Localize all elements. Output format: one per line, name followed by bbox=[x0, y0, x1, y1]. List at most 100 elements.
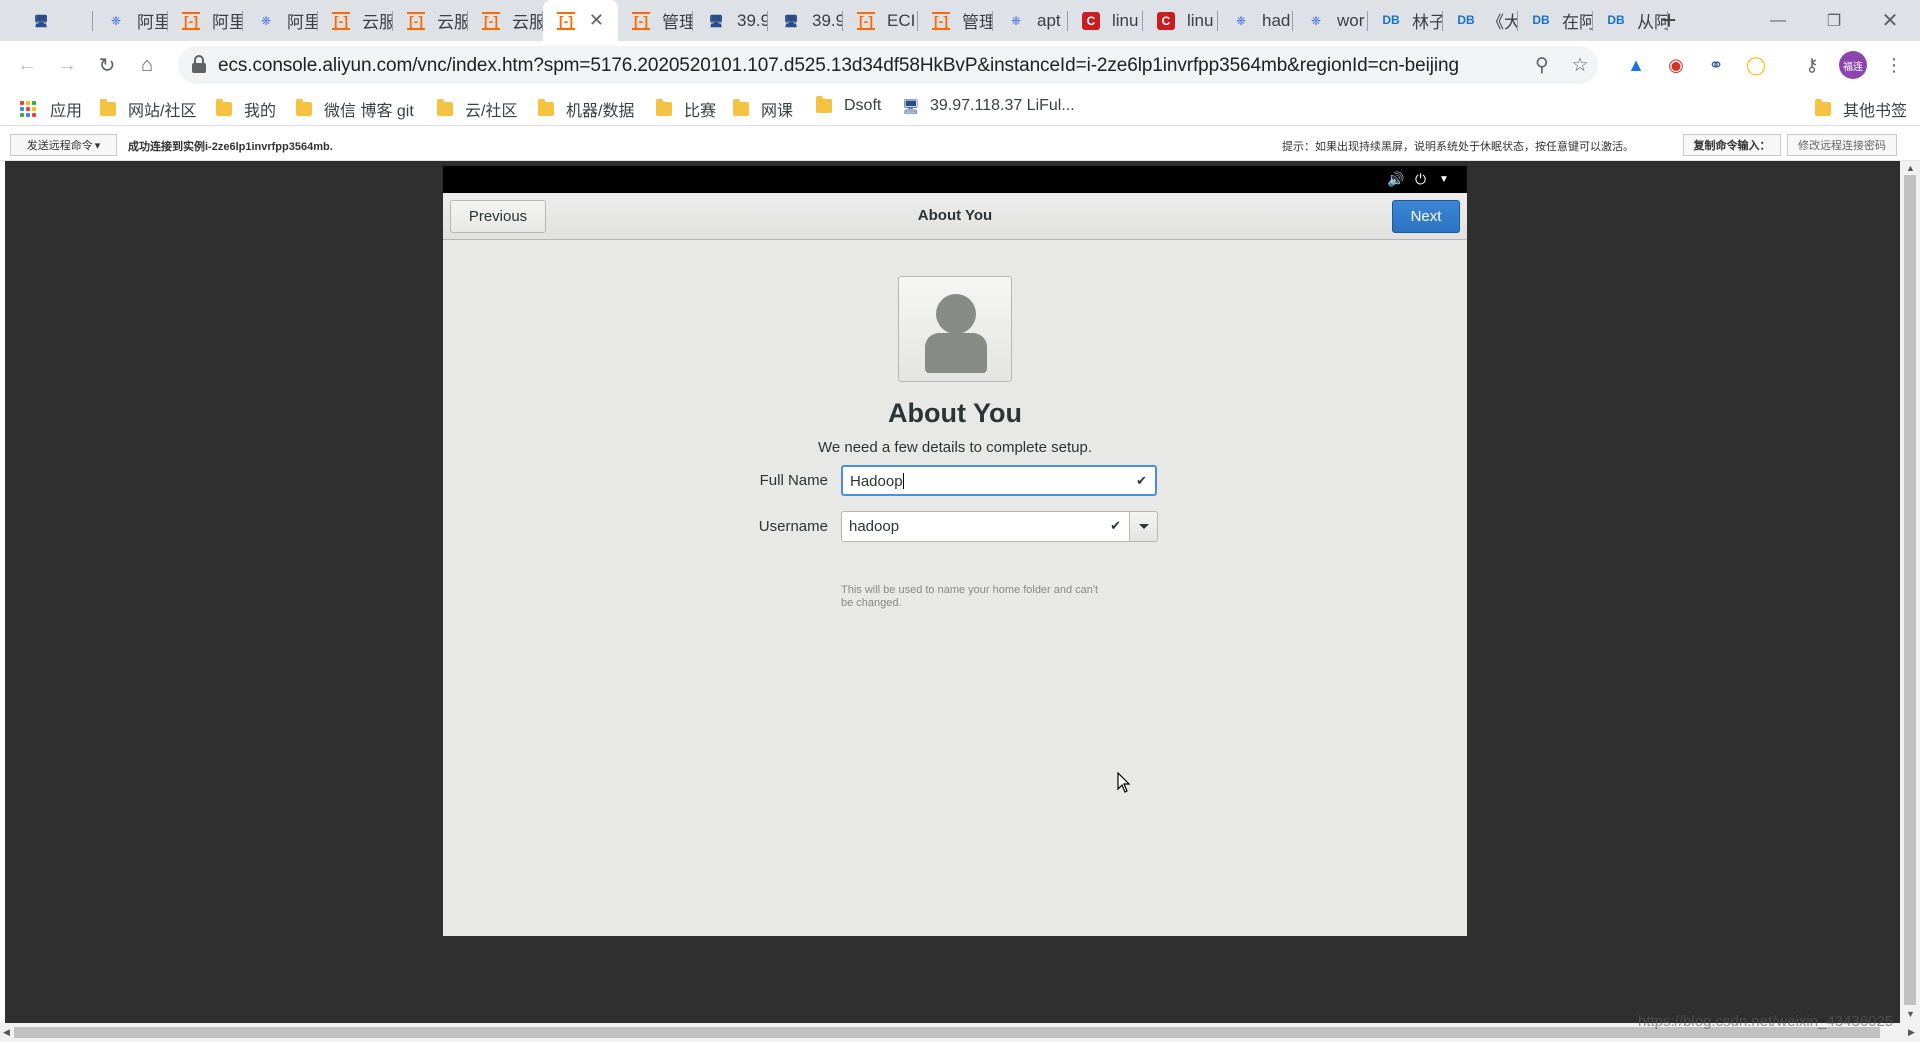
user-avatar-button[interactable] bbox=[898, 276, 1012, 382]
power-icon[interactable]: ⏻ bbox=[1415, 171, 1426, 188]
new-tab-button[interactable]: + bbox=[1655, 6, 1683, 34]
reload-icon[interactable]: ↻ bbox=[91, 49, 123, 81]
key-icon[interactable]: ⚷ bbox=[1800, 53, 1824, 77]
bookmark-folder[interactable]: 网课 bbox=[733, 97, 793, 121]
bookmark-label: 比赛 bbox=[684, 97, 716, 121]
aliyun-icon bbox=[482, 12, 500, 30]
username-dropdown-button[interactable] bbox=[1129, 511, 1158, 542]
send-command-button[interactable]: 发送远程命令 ▾ bbox=[10, 134, 117, 156]
remote-desktop-icon: 🖥 bbox=[902, 98, 920, 115]
home-icon[interactable]: ⌂ bbox=[131, 49, 163, 81]
dblab-icon: DB bbox=[1607, 12, 1625, 30]
star-icon[interactable]: ☆ bbox=[1568, 53, 1592, 77]
scroll-thumb[interactable] bbox=[14, 1027, 1880, 1038]
vertical-scrollbar[interactable]: ▲ ▼ bbox=[1900, 161, 1920, 1023]
folder-icon bbox=[816, 99, 832, 113]
tab[interactable]: Clinu bbox=[1143, 0, 1218, 41]
bookmark-folder[interactable]: 微信 博客 git bbox=[296, 97, 414, 121]
gnome-initial-setup: 🔊 ⏻ ▼ Previous About You Next About You … bbox=[443, 166, 1467, 936]
tab[interactable]: DB《大 bbox=[1443, 0, 1518, 41]
close-window-icon[interactable]: ✕ bbox=[1862, 0, 1918, 41]
tab[interactable]: ❈阿里 bbox=[243, 0, 318, 41]
baidu-paw-icon: ❈ bbox=[1307, 12, 1325, 30]
remote-desktop-icon: 🖥 bbox=[782, 12, 800, 30]
aliyun-icon bbox=[857, 12, 875, 30]
baidu-paw-icon: ❈ bbox=[107, 12, 125, 30]
tab[interactable]: ❈ 阿里 bbox=[93, 0, 168, 41]
header-title: About You bbox=[443, 207, 1467, 224]
username-field[interactable]: hadoop ✔ bbox=[841, 511, 1130, 542]
tab-title: 阿里 bbox=[137, 8, 168, 33]
bookmark-folder[interactable]: 🖥39.97.118.37 LiFul... bbox=[902, 97, 1075, 115]
bookmark-apps[interactable]: 应用 bbox=[20, 97, 82, 121]
tab[interactable]: 云服 bbox=[318, 0, 393, 41]
scroll-down-icon[interactable]: ▼ bbox=[1906, 1009, 1915, 1019]
system-menu-arrow-icon[interactable]: ▼ bbox=[1439, 174, 1449, 185]
bookmark-other[interactable]: 其他书签 bbox=[1815, 97, 1907, 121]
caret-down-icon: ▾ bbox=[95, 139, 101, 152]
tab[interactable]: Clinu bbox=[1068, 0, 1143, 41]
tab[interactable]: DB林子 bbox=[1368, 0, 1443, 41]
bookmark-label: 网课 bbox=[761, 97, 793, 121]
tab[interactable]: 🖥 bbox=[18, 0, 93, 41]
tab[interactable]: 管理 bbox=[918, 0, 993, 41]
bookmark-folder[interactable]: 云/社区 bbox=[437, 97, 517, 121]
close-tab-icon[interactable]: ✕ bbox=[589, 10, 604, 31]
tab-title: 39.9 bbox=[812, 11, 843, 31]
tab[interactable]: ❈apt bbox=[993, 0, 1068, 41]
bookmark-label: 应用 bbox=[50, 97, 82, 121]
volume-icon[interactable]: 🔊 bbox=[1387, 171, 1404, 188]
scroll-right-icon[interactable]: ▶ bbox=[1908, 1027, 1915, 1038]
bookmark-folder[interactable]: 机器/数据 bbox=[538, 97, 634, 121]
tab-list: 🖥❈阿里阿里❈阿里云服云服云服✕管理🖥39.9🖥39.9ECI管理❈aptCli… bbox=[18, 0, 1668, 41]
horizontal-scrollbar[interactable]: ◀ ▶ bbox=[0, 1023, 1920, 1042]
bookmark-folder[interactable]: 网站/社区 bbox=[100, 97, 196, 121]
extension-shield-icon[interactable]: ◉ bbox=[1664, 53, 1688, 77]
full-name-field[interactable]: Hadoop ✔ bbox=[841, 465, 1157, 496]
zoom-icon[interactable]: ⚲ bbox=[1530, 53, 1554, 77]
browser-toolbar: ← → ↻ ⌂ ecs.console.aliyun.com/vnc/index… bbox=[0, 41, 1920, 88]
baidu-paw-icon: ❈ bbox=[257, 12, 275, 30]
next-button[interactable]: Next bbox=[1392, 200, 1460, 233]
url-text[interactable]: ecs.console.aliyun.com/vnc/index.htm?spm… bbox=[218, 55, 1459, 77]
scroll-left-icon[interactable]: ◀ bbox=[3, 1027, 10, 1038]
tab[interactable]: 云服 bbox=[468, 0, 543, 41]
back-icon[interactable]: ← bbox=[11, 49, 43, 81]
tab[interactable]: 🖥39.9 bbox=[693, 0, 768, 41]
aliyun-icon bbox=[632, 12, 650, 30]
tab[interactable]: ❈had bbox=[1218, 0, 1293, 41]
bookmark-folder[interactable]: Dsoft bbox=[816, 97, 881, 115]
bookmark-folder[interactable]: 我的 bbox=[216, 97, 276, 121]
tab[interactable]: 阿里 bbox=[168, 0, 243, 41]
extension-share-icon[interactable]: ⚭ bbox=[1704, 53, 1728, 77]
folder-icon bbox=[216, 102, 232, 116]
address-bar[interactable]: ecs.console.aliyun.com/vnc/index.htm?spm… bbox=[178, 46, 1598, 84]
tab[interactable]: 🖥 39.9 bbox=[768, 0, 843, 41]
scroll-up-icon[interactable]: ▲ bbox=[1906, 163, 1915, 173]
copy-command-button[interactable]: 复制命令输入： bbox=[1683, 134, 1781, 156]
chevron-down-icon bbox=[1139, 524, 1149, 529]
restore-icon[interactable]: ❐ bbox=[1806, 0, 1862, 41]
aliyun-icon bbox=[407, 12, 425, 30]
profile-avatar[interactable]: 福连 bbox=[1839, 51, 1867, 79]
forward-icon[interactable]: → bbox=[51, 49, 83, 81]
aliyun-icon bbox=[932, 12, 950, 30]
tab[interactable]: 云服 bbox=[393, 0, 468, 41]
change-password-button[interactable]: 修改远程连接密码 bbox=[1787, 134, 1897, 156]
scroll-thumb[interactable] bbox=[1904, 175, 1916, 1005]
tab[interactable]: ECI bbox=[843, 0, 918, 41]
lock-icon[interactable] bbox=[192, 55, 206, 73]
extension-graduation-icon[interactable]: ▲ bbox=[1624, 53, 1648, 77]
tab[interactable]: ✕ bbox=[543, 0, 618, 41]
tab-title: 云服 bbox=[437, 8, 468, 33]
tab-title: 在阿 bbox=[1562, 8, 1593, 33]
tab[interactable]: 管理 bbox=[618, 0, 693, 41]
more-menu-icon[interactable]: ⋮ bbox=[1882, 53, 1906, 77]
tab[interactable]: DB在阿 bbox=[1518, 0, 1593, 41]
extension-chrome-icon[interactable]: ◯ bbox=[1744, 53, 1768, 77]
avatar-body-icon bbox=[925, 333, 987, 373]
minimize-icon[interactable]: — bbox=[1750, 0, 1806, 41]
tab-strip: 🖥❈阿里阿里❈阿里云服云服云服✕管理🖥39.9🖥39.9ECI管理❈aptCli… bbox=[0, 0, 1920, 41]
bookmark-folder[interactable]: 比赛 bbox=[656, 97, 716, 121]
tab[interactable]: ❈wor bbox=[1293, 0, 1368, 41]
